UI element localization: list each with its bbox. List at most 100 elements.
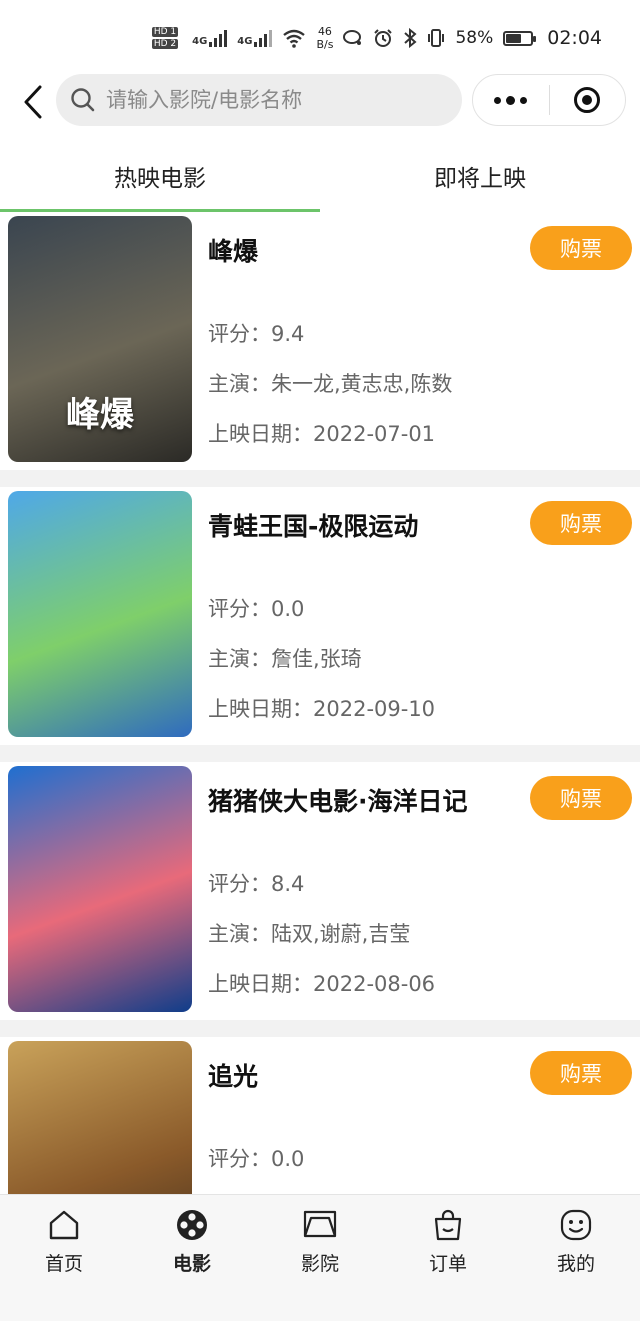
movie-title[interactable]: 猪猪侠大电影·海洋日记 — [208, 782, 468, 818]
shopping-bag-icon — [430, 1207, 466, 1243]
release-label: 上映日期： — [208, 697, 313, 721]
movie-title[interactable]: 青蛙王国-极限运动 — [208, 507, 418, 543]
movie-cast: 主演：陆双,谢蔚,吉莹 — [208, 918, 410, 948]
release-label: 上映日期： — [208, 972, 313, 996]
movie-poster[interactable]: 峰爆 — [8, 216, 192, 462]
nav-label: 影院 — [300, 1253, 339, 1275]
movie-rating: 评分：9.4 — [208, 318, 304, 348]
alarm-icon — [374, 29, 393, 47]
vibrate-icon — [428, 29, 445, 47]
signal-2: 4G — [237, 29, 273, 47]
movie-item[interactable]: 峰爆 峰爆 购票 评分：9.4 主演：朱一龙,黄志忠,陈数 上映日期：2022-… — [0, 212, 640, 470]
rating-label: 评分： — [208, 1147, 271, 1171]
movie-tabs: 热映电影 即将上映 — [0, 140, 640, 212]
rating-value: 8.4 — [271, 872, 305, 896]
movie-item[interactable]: 青蛙王国-极限运动 购票 评分：0.0 主演：詹佳,张琦 上映日期：2022-0… — [0, 487, 640, 745]
battery-percent: 58% — [455, 28, 494, 48]
release-value: 2022-07-01 — [313, 422, 436, 446]
status-bar: HD 1 HD 2 4G 4G 46 B/s 58% 02:04 — [0, 0, 640, 76]
rating-value: 9.4 — [271, 322, 305, 346]
wifi-icon — [283, 29, 306, 48]
movie-poster[interactable] — [8, 491, 192, 737]
rating-value: 0.0 — [271, 1147, 305, 1171]
smiley-face-icon — [558, 1207, 594, 1243]
movie-poster[interactable] — [8, 1041, 192, 1194]
movie-release-date: 上映日期：2022-09-10 — [208, 693, 435, 723]
movie-rating: 评分：0.0 — [208, 1143, 304, 1173]
signal-bars-icon — [254, 29, 273, 47]
back-button[interactable] — [16, 82, 50, 122]
rating-label: 评分： — [208, 872, 271, 896]
clock-time: 02:04 — [547, 27, 602, 49]
nav-label: 我的 — [556, 1253, 595, 1275]
movie-poster[interactable] — [8, 766, 192, 1012]
dot-icon — [494, 96, 502, 104]
nav-label: 电影 — [172, 1253, 211, 1275]
buy-ticket-button[interactable]: 购票 — [530, 776, 632, 820]
release-value: 2022-09-10 — [313, 697, 436, 721]
bluetooth-icon — [404, 28, 417, 48]
cast-label: 主演： — [208, 647, 271, 671]
signal-1: 4G — [192, 29, 228, 47]
home-icon — [46, 1207, 82, 1243]
target-circle-icon — [574, 87, 601, 113]
bottom-nav: 首页 电影 影院 订单 我的 — [0, 1194, 640, 1321]
nav-profile[interactable]: 我的 — [512, 1195, 640, 1321]
dot-icon — [520, 96, 528, 104]
hd-indicator: HD 1 HD 2 — [151, 27, 179, 49]
rating-value: 0.0 — [271, 597, 305, 621]
buy-ticket-button[interactable]: 购票 — [530, 226, 632, 270]
header — [0, 72, 640, 128]
release-label: 上映日期： — [208, 422, 313, 446]
battery-icon — [503, 30, 537, 46]
close-miniprogram-button[interactable] — [550, 75, 626, 125]
network-type-1: 4G — [192, 36, 208, 47]
dot-icon — [506, 95, 516, 105]
movie-title[interactable]: 峰爆 — [208, 232, 258, 268]
film-reel-icon — [174, 1207, 210, 1243]
chat-bubble-icon — [343, 30, 362, 45]
movie-list[interactable]: 峰爆 峰爆 购票 评分：9.4 主演：朱一龙,黄志忠,陈数 上映日期：2022-… — [0, 212, 640, 1194]
nav-orders[interactable]: 订单 — [384, 1195, 512, 1321]
movie-release-date: 上映日期：2022-08-06 — [208, 968, 435, 998]
buy-ticket-button[interactable]: 购票 — [530, 501, 632, 545]
poster-title: 峰爆 — [66, 395, 134, 435]
buy-ticket-button[interactable]: 购票 — [530, 1051, 632, 1095]
rating-label: 评分： — [208, 597, 271, 621]
hd1-badge: HD 1 — [151, 27, 179, 37]
tab-label: 热映电影 — [114, 166, 206, 192]
nav-movies[interactable]: 电影 — [128, 1195, 256, 1321]
chevron-left-icon — [24, 85, 42, 119]
movie-item[interactable]: 猪猪侠大电影·海洋日记 购票 评分：8.4 主演：陆双,谢蔚,吉莹 上映日期：2… — [0, 762, 640, 1020]
search-input[interactable] — [104, 87, 428, 113]
nav-label: 首页 — [44, 1253, 83, 1275]
movie-rating: 评分：8.4 — [208, 868, 304, 898]
miniprogram-capsule — [472, 74, 626, 126]
signal-bars-icon — [209, 29, 228, 47]
cast-label: 主演： — [208, 922, 271, 946]
tab-label: 即将上映 — [434, 166, 526, 192]
tab-now-showing[interactable]: 热映电影 — [0, 140, 320, 212]
speed-unit: B/s — [316, 38, 334, 51]
nav-label: 订单 — [428, 1253, 467, 1275]
nav-home[interactable]: 首页 — [0, 1195, 128, 1321]
release-value: 2022-08-06 — [313, 972, 436, 996]
cinema-screen-icon — [302, 1207, 338, 1243]
nav-cinemas[interactable]: 影院 — [256, 1195, 384, 1321]
cast-label: 主演： — [208, 372, 271, 396]
cast-value: 詹佳,张琦 — [271, 647, 362, 671]
search-bar[interactable] — [56, 74, 462, 126]
network-speed: 46 B/s — [316, 25, 333, 51]
cast-value: 朱一龙,黄志忠,陈数 — [271, 372, 453, 396]
network-type-2: 4G — [237, 36, 253, 47]
cast-value: 陆双,谢蔚,吉莹 — [271, 922, 411, 946]
movie-title[interactable]: 追光 — [208, 1057, 258, 1093]
movie-cast: 主演：詹佳,张琦 — [208, 643, 362, 673]
movie-rating: 评分：0.0 — [208, 593, 304, 623]
movie-release-date: 上映日期：2022-07-01 — [208, 418, 435, 448]
movie-item[interactable]: 追光 购票 评分：0.0 — [0, 1037, 640, 1194]
hd2-badge: HD 2 — [151, 39, 179, 49]
tab-coming-soon[interactable]: 即将上映 — [320, 140, 640, 212]
more-button[interactable] — [473, 75, 549, 125]
speed-value: 46 — [317, 25, 332, 38]
